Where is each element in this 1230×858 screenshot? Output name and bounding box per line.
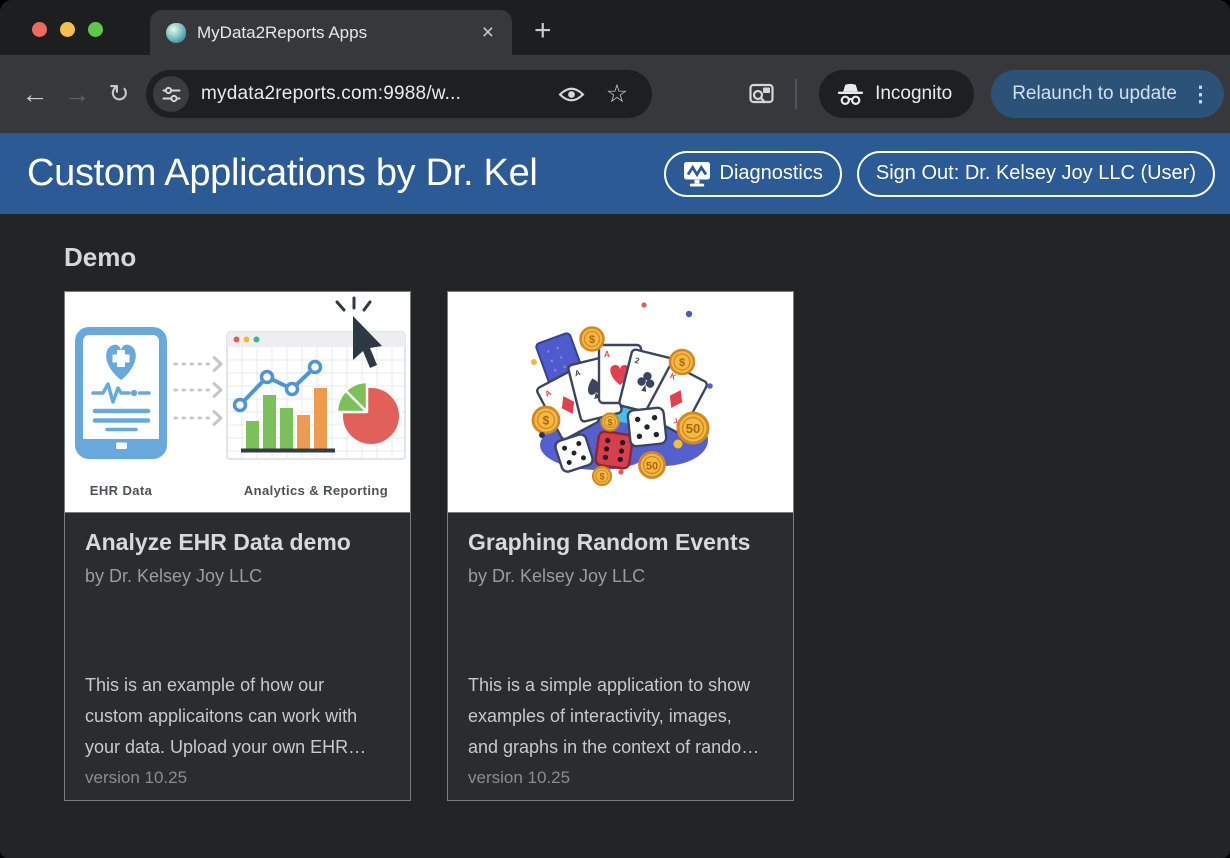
svg-text:50: 50 bbox=[646, 461, 658, 473]
minimize-window-button[interactable] bbox=[60, 22, 75, 37]
toolbar-divider bbox=[795, 79, 797, 109]
card-byline: by Dr. Kelsey Joy LLC bbox=[468, 566, 773, 587]
site-favicon-icon bbox=[166, 23, 186, 43]
app-card-analyze-ehr[interactable]: EHR Data Analytics & Reporting Analyze E… bbox=[64, 291, 411, 801]
card-thumbnail: A A A A bbox=[448, 292, 793, 513]
close-window-button[interactable] bbox=[32, 22, 47, 37]
preview-eye-button[interactable] bbox=[554, 77, 588, 111]
card-body: Analyze EHR Data demo by Dr. Kelsey Joy … bbox=[65, 513, 410, 800]
browser-tab[interactable]: MyData2Reports Apps × bbox=[150, 10, 512, 55]
incognito-icon bbox=[837, 82, 864, 107]
more-menu-icon[interactable]: ⋮ bbox=[1190, 84, 1211, 105]
section-title: Demo bbox=[64, 242, 1230, 273]
card-byline: by Dr. Kelsey Joy LLC bbox=[85, 566, 390, 587]
traffic-lights bbox=[32, 22, 103, 37]
cards-dice-illustration: A A A A bbox=[448, 292, 793, 512]
tab-close-icon[interactable]: × bbox=[478, 20, 498, 45]
card-thumbnail: EHR Data Analytics & Reporting bbox=[65, 292, 410, 513]
app-card-list: EHR Data Analytics & Reporting Analyze E… bbox=[64, 291, 1230, 801]
diagnostics-monitor-icon bbox=[683, 161, 711, 187]
svg-text:A: A bbox=[604, 350, 610, 359]
new-tab-button[interactable]: + bbox=[534, 16, 552, 46]
svg-text:$: $ bbox=[607, 418, 612, 428]
analytics-window-icon bbox=[227, 332, 405, 459]
caption-analytics-reporting: Analytics & Reporting bbox=[244, 483, 388, 498]
bookmark-star-button[interactable]: ☆ bbox=[600, 77, 634, 111]
card-title: Analyze EHR Data demo bbox=[85, 529, 390, 556]
app-card-graphing-random-events[interactable]: A A A A bbox=[447, 291, 794, 801]
ehr-analytics-illustration: EHR Data Analytics & Reporting bbox=[65, 292, 410, 512]
incognito-label: Incognito bbox=[875, 83, 952, 105]
side-panel-search-icon bbox=[749, 83, 774, 105]
card-version: version 10.25 bbox=[468, 768, 773, 788]
card-title: Graphing Random Events bbox=[468, 529, 773, 556]
url-text[interactable]: mydata2reports.com:9988/w... bbox=[201, 83, 542, 105]
card-body: Graphing Random Events by Dr. Kelsey Joy… bbox=[448, 513, 793, 800]
eye-icon bbox=[558, 85, 585, 104]
tab-title: MyData2Reports Apps bbox=[197, 23, 467, 43]
svg-text:$: $ bbox=[589, 334, 595, 346]
card-description: This is an example of how our custom app… bbox=[85, 670, 390, 763]
svg-text:$: $ bbox=[599, 472, 604, 482]
relaunch-to-update-button[interactable]: Relaunch to update ⋮ bbox=[991, 70, 1224, 118]
incognito-badge: Incognito bbox=[819, 70, 974, 118]
page-header: Custom Applications by Dr. Kel Diagnosti… bbox=[0, 133, 1230, 214]
site-settings-button[interactable] bbox=[153, 76, 189, 112]
browser-toolbar: ← → ↻ mydata2reports.com:9988/w... bbox=[0, 55, 1230, 133]
diagnostics-button[interactable]: Diagnostics bbox=[664, 151, 842, 197]
svg-text:50: 50 bbox=[686, 421, 700, 436]
tablet-icon bbox=[79, 331, 163, 455]
card-version: version 10.25 bbox=[85, 768, 390, 788]
svg-text:$: $ bbox=[543, 414, 550, 428]
dashed-arrows-icon bbox=[175, 358, 221, 425]
relaunch-label: Relaunch to update bbox=[1012, 83, 1177, 105]
tab-strip: MyData2Reports Apps × + bbox=[0, 0, 1230, 55]
sign-out-label: Sign Out: Dr. Kelsey Joy LLC (User) bbox=[876, 162, 1196, 185]
toolbar-right-group: Incognito Relaunch to update ⋮ bbox=[739, 70, 1224, 118]
search-tabs-button[interactable] bbox=[739, 72, 783, 116]
diagnostics-label: Diagnostics bbox=[720, 162, 823, 185]
star-icon: ☆ bbox=[606, 82, 628, 107]
page-content: Demo bbox=[0, 214, 1230, 858]
card-description: This is a simple application to show exa… bbox=[468, 670, 773, 763]
tune-icon bbox=[162, 85, 181, 104]
back-icon[interactable]: ← bbox=[14, 73, 56, 115]
zoom-window-button[interactable] bbox=[88, 22, 103, 37]
browser-window: MyData2Reports Apps × + ← → ↻ bbox=[0, 0, 1230, 858]
page-title: Custom Applications by Dr. Kel bbox=[27, 152, 649, 195]
caption-ehr-data: EHR Data bbox=[90, 483, 153, 498]
svg-text:$: $ bbox=[679, 357, 685, 369]
reload-icon[interactable]: ↻ bbox=[98, 73, 140, 115]
address-bar[interactable]: mydata2reports.com:9988/w... ☆ bbox=[146, 70, 652, 118]
sign-out-button[interactable]: Sign Out: Dr. Kelsey Joy LLC (User) bbox=[857, 151, 1215, 197]
forward-icon: → bbox=[56, 73, 98, 115]
